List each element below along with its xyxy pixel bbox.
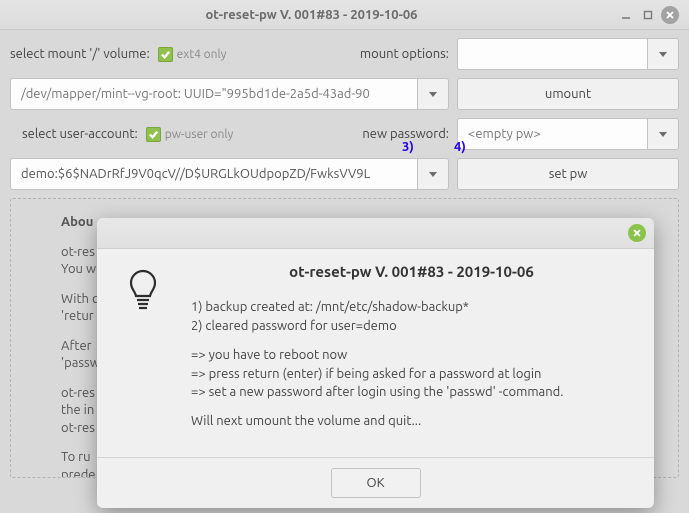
mount-options-field[interactable] bbox=[457, 38, 647, 70]
device-combo[interactable]: /dev/mapper/mint--vg-root: UUID="995bd1d… bbox=[10, 78, 449, 110]
check-icon bbox=[158, 47, 173, 62]
about-heading: Abou bbox=[61, 215, 93, 229]
about-line: You w bbox=[61, 262, 96, 276]
about-line: 'passw bbox=[61, 356, 100, 370]
dialog-line: 1) backup created at: /mnt/etc/shadow-ba… bbox=[191, 300, 469, 314]
row-userhash: 3) 4) demo:$6$NADrRfJ9V0qcV//D$URGLkOUdp… bbox=[10, 158, 679, 190]
about-line: ot-res bbox=[61, 421, 95, 435]
checkbox-pwuser[interactable]: pw-user only bbox=[146, 127, 234, 142]
dialog-line: => you have to reboot now bbox=[191, 348, 347, 362]
dialog-line: => press return (enter) if being asked f… bbox=[191, 367, 541, 381]
titlebar: ot-reset-pw V. 001#83 - 2019-10-06 bbox=[0, 0, 689, 30]
dialog-close-button[interactable] bbox=[628, 224, 646, 242]
chevron-down-icon[interactable] bbox=[417, 158, 449, 190]
mount-options-combo[interactable] bbox=[457, 38, 679, 70]
userhash-combo[interactable]: demo:$6$NADrRfJ9V0qcV//D$URGLkOUdpopZD/F… bbox=[10, 158, 449, 190]
new-password-field[interactable]: <empty pw> bbox=[457, 118, 647, 150]
maximize-button[interactable] bbox=[639, 6, 657, 24]
row-device: /dev/mapper/mint--vg-root: UUID="995bd1d… bbox=[10, 78, 679, 110]
checkbox-pwuser-label: pw-user only bbox=[165, 128, 234, 141]
about-line: prede bbox=[61, 468, 95, 478]
ok-button[interactable]: OK bbox=[331, 468, 421, 498]
close-button[interactable] bbox=[661, 6, 679, 24]
about-line: After bbox=[61, 339, 92, 353]
checkbox-ext4[interactable]: ext4 only bbox=[158, 47, 227, 62]
minimize-button[interactable] bbox=[617, 6, 635, 24]
dialog-body: ot-reset-pw V. 001#83 - 2019-10-06 1) ba… bbox=[97, 249, 654, 457]
dialog-line: => set a new password after login using … bbox=[191, 385, 563, 399]
new-password-combo[interactable]: <empty pw> bbox=[457, 118, 679, 150]
about-line: ot-res bbox=[61, 386, 95, 400]
chevron-down-icon[interactable] bbox=[647, 118, 679, 150]
umount-button[interactable]: umount bbox=[457, 78, 679, 110]
label-select-user: select user-account: bbox=[22, 127, 138, 141]
dialog-footer: OK bbox=[97, 457, 654, 508]
chevron-down-icon[interactable] bbox=[647, 38, 679, 70]
info-dialog: ot-reset-pw V. 001#83 - 2019-10-06 1) ba… bbox=[97, 218, 654, 508]
about-line: To ru bbox=[61, 450, 91, 464]
device-field[interactable]: /dev/mapper/mint--vg-root: UUID="995bd1d… bbox=[10, 78, 417, 110]
dialog-title: ot-reset-pw V. 001#83 - 2019-10-06 bbox=[191, 263, 632, 280]
dialog-line: 2) cleared password for user=demo bbox=[191, 319, 397, 333]
about-line: With c bbox=[61, 292, 98, 306]
about-line: ot-res bbox=[61, 245, 95, 259]
about-line: the in bbox=[61, 403, 94, 417]
label-select-mount: select mount '/' volume: bbox=[10, 47, 150, 61]
dialog-line: Will next umount the volume and quit... bbox=[191, 414, 421, 428]
dialog-text: 1) backup created at: /mnt/etc/shadow-ba… bbox=[191, 298, 632, 431]
step-4-label: 4) bbox=[454, 140, 466, 154]
step-3-label: 3) bbox=[402, 140, 414, 154]
row-mount: select mount '/' volume: ext4 only mount… bbox=[10, 38, 679, 70]
dialog-titlebar bbox=[97, 218, 654, 249]
about-line: 'retur bbox=[61, 309, 94, 323]
label-mount-options: mount options: bbox=[360, 47, 449, 61]
chevron-down-icon[interactable] bbox=[417, 78, 449, 110]
checkbox-ext4-label: ext4 only bbox=[177, 48, 227, 61]
row-user: select user-account: pw-user only new pa… bbox=[10, 118, 679, 150]
lightbulb-icon bbox=[113, 263, 173, 441]
window-title: ot-reset-pw V. 001#83 - 2019-10-06 bbox=[10, 8, 613, 22]
check-icon bbox=[146, 127, 161, 142]
label-new-password: new password: bbox=[362, 127, 449, 141]
userhash-field[interactable]: demo:$6$NADrRfJ9V0qcV//D$URGLkOUdpopZD/F… bbox=[10, 158, 417, 190]
setpw-button[interactable]: set pw bbox=[457, 158, 679, 190]
